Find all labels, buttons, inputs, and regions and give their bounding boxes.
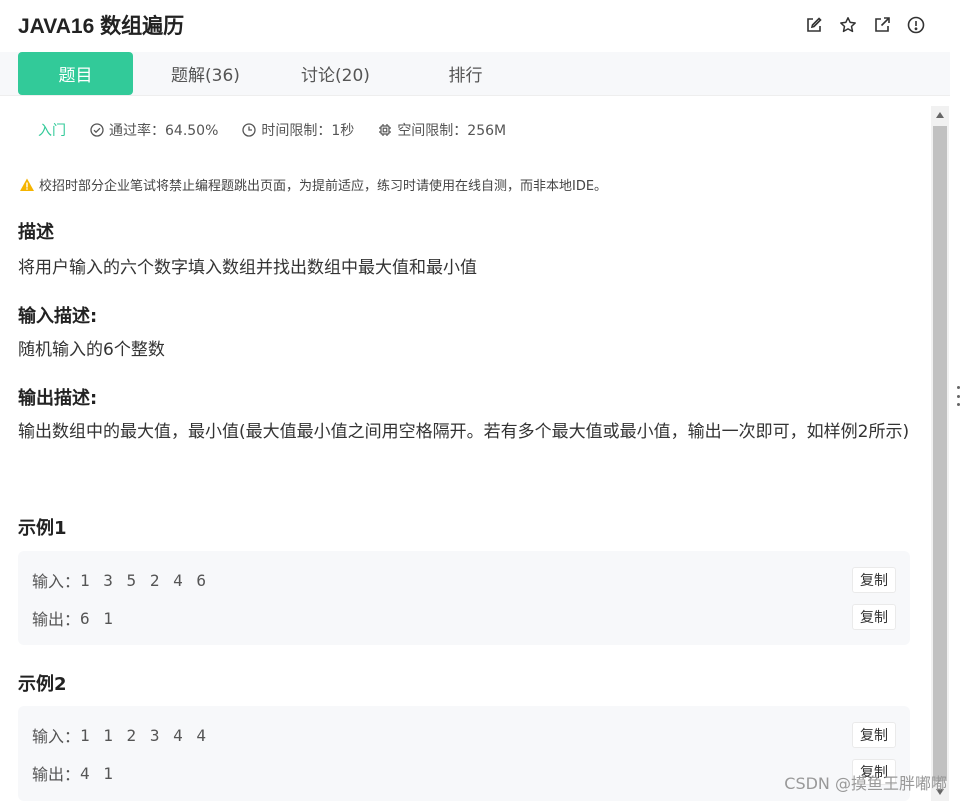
- warning-icon: [20, 178, 34, 191]
- tab-solutions[interactable]: 题解(36): [148, 52, 263, 95]
- memory-limit-text: 空间限制：256M: [397, 123, 507, 139]
- notice-text: 校招时部分企业笔试将禁止编程题跳出页面，为提前适应，练习时请使用在线自测，而非本…: [39, 179, 608, 194]
- clock-icon: [242, 123, 257, 137]
- description-heading: 描述: [18, 222, 54, 243]
- problem-meta: 入门 通过率：64.50% 时间限制：1秒 空间限制：256M: [38, 120, 530, 140]
- time-limit: 时间限制：1秒: [242, 120, 354, 140]
- input-desc-text: 随机输入的6个整数: [18, 340, 165, 360]
- scrollbar-thumb[interactable]: [933, 126, 947, 781]
- example1-box: 输入： 1 3 5 2 4 6 复制 输出： 6 1 复制: [18, 551, 910, 645]
- output-value[interactable]: 4 1: [80, 764, 115, 783]
- pass-rate-text: 通过率：64.50%: [109, 123, 219, 139]
- input-value[interactable]: 1 1 2 3 4 4: [80, 726, 208, 745]
- problem-tabs: 题目 题解(36) 讨论(20) 排行: [0, 52, 950, 96]
- input-desc-heading: 输入描述:: [18, 306, 98, 327]
- output-desc-text: 输出数组中的最大值，最小值(最大值最小值之间用空格隔开。若有多个最大值或最小值，…: [18, 422, 910, 442]
- star-icon[interactable]: [837, 14, 859, 36]
- input-value[interactable]: 1 3 5 2 4 6: [80, 571, 208, 590]
- scroll-up-arrow-icon[interactable]: [931, 106, 949, 124]
- external-link-icon[interactable]: [871, 14, 893, 36]
- exam-notice: 校招时部分企业笔试将禁止编程题跳出页面，为提前适应，练习时请使用在线自测，而非本…: [19, 175, 607, 194]
- time-limit-text: 时间限制：1秒: [261, 123, 355, 139]
- output-label: 输出：: [32, 765, 81, 784]
- copy-output-button[interactable]: 复制: [852, 604, 896, 630]
- edit-icon[interactable]: [803, 14, 825, 36]
- copy-input-button[interactable]: 复制: [852, 567, 896, 593]
- description-text: 将用户输入的六个数字填入数组并找出数组中最大值和最小值: [18, 258, 477, 278]
- resize-handle[interactable]: [955, 386, 961, 406]
- example2-input-row: 输入： 1 1 2 3 4 4: [32, 723, 208, 747]
- example1-input-row: 输入： 1 3 5 2 4 6: [32, 568, 208, 592]
- page-title: JAVA16 数组遍历: [18, 15, 185, 38]
- scrollbar[interactable]: [931, 106, 949, 801]
- memory-limit: 空间限制：256M: [378, 120, 506, 140]
- example2-heading: 示例2: [18, 674, 67, 695]
- pass-rate: 通过率：64.50%: [90, 120, 218, 140]
- header-actions: [803, 14, 927, 36]
- watermark: CSDN @摸鱼王胖嘟嘟: [784, 774, 947, 793]
- example2-box: 输入： 1 1 2 3 4 4 复制 输出： 4 1 复制: [18, 706, 910, 801]
- difficulty-badge: 入门: [38, 123, 66, 139]
- output-label: 输出：: [32, 610, 81, 629]
- chip-icon: [379, 124, 392, 136]
- example1-output-row: 输出： 6 1: [32, 606, 115, 630]
- example1-heading: 示例1: [18, 518, 67, 539]
- report-icon[interactable]: [905, 14, 927, 36]
- tab-ranking[interactable]: 排行: [408, 52, 523, 95]
- problem-page: JAVA16 数组遍历 题目 题解(36) 讨论(20) 排行 入门 通过率：6…: [0, 0, 963, 801]
- output-value[interactable]: 6 1: [80, 609, 115, 628]
- header: JAVA16 数组遍历: [0, 0, 963, 52]
- tab-discussion[interactable]: 讨论(20): [278, 52, 393, 95]
- tab-problem[interactable]: 题目: [18, 52, 133, 95]
- output-desc-heading: 输出描述:: [18, 388, 98, 409]
- input-label: 输入：: [32, 727, 81, 746]
- input-label: 输入：: [32, 572, 81, 591]
- example2-output-row: 输出： 4 1: [32, 761, 115, 785]
- check-circle-icon: [90, 123, 104, 137]
- copy-input-button[interactable]: 复制: [852, 722, 896, 748]
